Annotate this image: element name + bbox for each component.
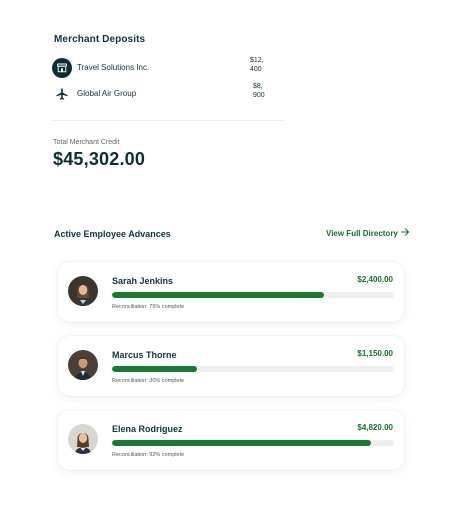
merchant-deposits-title: Merchant Deposits [54,34,146,45]
employee-card[interactable]: Sarah Jenkins $2,400.00 Reconciliation: … [58,262,404,322]
merchant-row-travel-solutions[interactable]: Travel Solutions Inc. $12, 400 [52,56,284,80]
merchant-amount-line1: $8, [253,83,263,90]
advance-amount: $1,150.00 [357,349,393,358]
progress-fill [112,366,197,372]
total-merchant-credit-label: Total Merchant Credit [53,139,120,146]
merchant-row-global-air[interactable]: Global Air Group $8, 900 [52,82,284,106]
merchant-name: Travel Solutions Inc. [77,63,150,72]
avatar [68,424,98,454]
reconciliation-progress-bar [112,366,394,372]
reconciliation-progress-bar [112,440,394,446]
reconciliation-progress-bar [112,292,394,298]
divider [52,120,284,121]
employee-name: Marcus Thorne [112,350,177,360]
merchant-amount-line2: 900 [253,92,265,99]
merchant-amount: $8, 900 [250,82,274,100]
avatar [68,350,98,380]
merchant-amount-line2: 400 [250,66,262,73]
airplane-icon [52,84,72,104]
reconciliation-status: Reconciliation: 92% complete [112,452,185,458]
advance-amount: $4,820.00 [357,423,393,432]
employee-card[interactable]: Marcus Thorne $1,150.00 Reconciliation: … [58,336,404,396]
page: Merchant Deposits Travel Solutions Inc. … [0,0,462,506]
reconciliation-status: Reconciliation: 75% complete [112,304,185,310]
storefront-icon [52,58,72,78]
reconciliation-status: Reconciliation: 30% complete [112,378,185,384]
view-full-directory-label: View Full Directory [326,228,398,238]
employee-name: Elena Rodriguez [112,424,183,434]
active-advances-title: Active Employee Advances [54,229,171,239]
merchant-amount-line1: $12, [250,57,264,64]
progress-fill [112,292,324,298]
avatar [68,276,98,306]
employee-card[interactable]: Elena Rodriguez $4,820.00 Reconciliation… [58,410,404,470]
view-full-directory-link[interactable]: View Full Directory [326,228,410,238]
merchant-name: Global Air Group [77,89,137,98]
merchant-amount: $12, 400 [250,56,274,74]
employee-name: Sarah Jenkins [112,276,174,286]
advance-amount: $2,400.00 [357,275,393,284]
progress-fill [112,440,372,446]
total-merchant-credit-value: $45,302.00 [53,149,146,169]
arrow-right-icon [400,228,410,238]
